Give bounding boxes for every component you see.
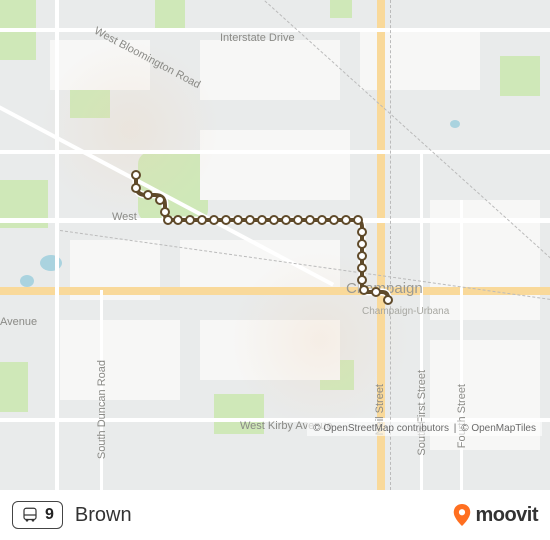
route-number: 9	[45, 506, 54, 524]
pond	[450, 120, 460, 128]
road	[55, 0, 59, 490]
footer-bar: 9 Brown moovit	[0, 490, 550, 540]
park	[330, 0, 352, 18]
label-west: West	[112, 211, 137, 223]
road-university	[0, 218, 550, 223]
attr-osm: © OpenStreetMap contributors	[313, 423, 449, 434]
label-avenue-edge: Avenue	[0, 316, 37, 328]
label-fourth: Fourth Street	[456, 384, 468, 448]
label-duncan: South Duncan Road	[96, 360, 108, 459]
rail-ns	[390, 0, 391, 490]
park	[500, 56, 540, 96]
attr-tiles: © OpenMapTiles	[461, 423, 536, 434]
pond	[20, 275, 34, 287]
label-first: South First Street	[416, 370, 428, 456]
park	[0, 362, 28, 412]
label-city: Champaign	[346, 280, 423, 297]
brand-text: moovit	[475, 504, 538, 527]
route-name: Brown	[75, 504, 132, 527]
route-badge: 9	[12, 501, 63, 529]
brand: moovit	[453, 504, 538, 527]
route-info: 9 Brown	[12, 501, 132, 529]
label-station: Champaign-Urbana	[362, 306, 449, 317]
map-canvas[interactable]: Interstate Drive West Bloomington Road W…	[0, 0, 550, 490]
bus-icon	[21, 506, 39, 524]
watermark	[40, 40, 220, 220]
pin-icon	[453, 504, 471, 526]
blk	[60, 320, 180, 400]
park	[155, 0, 185, 30]
attribution: © OpenStreetMap contributors | © OpenMap…	[307, 421, 542, 436]
blk	[200, 130, 350, 200]
label-interstate: Interstate Drive	[220, 32, 295, 44]
